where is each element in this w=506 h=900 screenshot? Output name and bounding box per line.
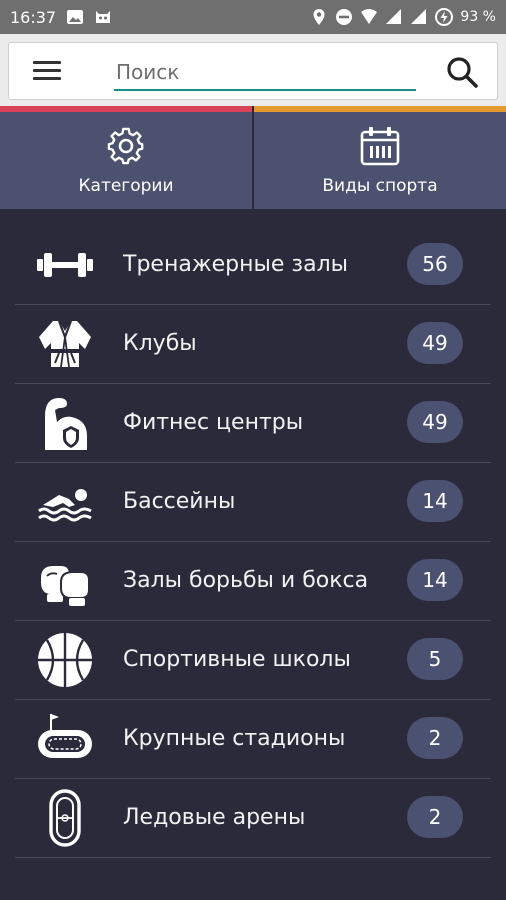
status-time: 16:37	[10, 7, 57, 27]
count-badge: 14	[407, 480, 463, 522]
calendar-icon	[360, 127, 400, 166]
list-item-combat[interactable]: Залы борьбы и бокса 14	[15, 542, 491, 621]
swimmer-icon	[38, 489, 92, 522]
search-bar	[0, 34, 506, 106]
battery-charging-icon	[435, 8, 454, 26]
list-item-label: Спортивные школы	[123, 647, 351, 672]
list-item-ice-arenas[interactable]: Ледовые арены 2	[15, 779, 491, 858]
list-item-schools[interactable]: Спортивные школы 5	[15, 621, 491, 700]
signal-icon	[386, 9, 402, 24]
list-item-label: Крупные стадионы	[123, 726, 346, 751]
stadium-icon	[38, 714, 92, 758]
do-not-disturb-icon	[336, 9, 353, 25]
list-item-fitness[interactable]: Фитнес центры 49	[15, 384, 491, 463]
tab-accent-stripe	[0, 106, 252, 112]
count-badge: 2	[407, 796, 463, 838]
search-input[interactable]	[114, 55, 416, 91]
list-item-pools[interactable]: Бассейны 14	[15, 463, 491, 542]
list-item-clubs[interactable]: Клубы 49	[15, 305, 491, 384]
status-bar: 16:37 93 %	[0, 0, 506, 34]
tab-sports-label: Виды спорта	[322, 176, 438, 196]
list-item-label: Бассейны	[123, 489, 236, 514]
menu-icon[interactable]	[33, 61, 61, 83]
tab-sports[interactable]: Виды спорта	[252, 106, 506, 209]
wifi-icon	[361, 9, 378, 24]
kimono-icon	[39, 320, 91, 368]
tab-accent-stripe	[254, 106, 506, 112]
count-badge: 49	[407, 322, 463, 364]
tab-categories-label: Категории	[78, 176, 174, 196]
count-badge: 5	[407, 638, 463, 680]
list-item-stadiums[interactable]: Крупные стадионы 2	[15, 700, 491, 779]
count-badge: 2	[407, 717, 463, 759]
gallery-notification-icon	[67, 10, 84, 24]
location-icon	[313, 9, 325, 25]
boxing-gloves-icon	[41, 566, 90, 606]
list-item-label: Фитнес центры	[123, 410, 304, 435]
category-list: Тренажерные залы 56 Клубы 49 Фитнес цент…	[15, 226, 491, 858]
basketball-icon	[38, 633, 92, 687]
ice-rink-icon	[49, 789, 81, 847]
signal-2-icon	[411, 9, 427, 24]
tab-bar: Категории Виды спорта	[0, 106, 506, 209]
list-item-label: Тренажерные залы	[123, 252, 349, 277]
battery-percent: 93 %	[460, 9, 496, 25]
search-icon[interactable]	[445, 55, 479, 89]
list-item-label: Залы борьбы и бокса	[123, 568, 369, 593]
count-badge: 56	[407, 243, 463, 285]
list-item-label: Ледовые арены	[123, 805, 306, 830]
list-item-label: Клубы	[123, 331, 197, 356]
app-notification-icon	[96, 11, 111, 23]
count-badge: 14	[407, 559, 463, 601]
dumbbell-icon	[37, 253, 93, 277]
gear-icon	[107, 127, 144, 165]
biceps-icon	[45, 398, 87, 450]
tab-categories[interactable]: Категории	[0, 106, 252, 209]
search-box	[8, 42, 498, 100]
list-item-gyms[interactable]: Тренажерные залы 56	[15, 226, 491, 305]
count-badge: 49	[407, 401, 463, 443]
